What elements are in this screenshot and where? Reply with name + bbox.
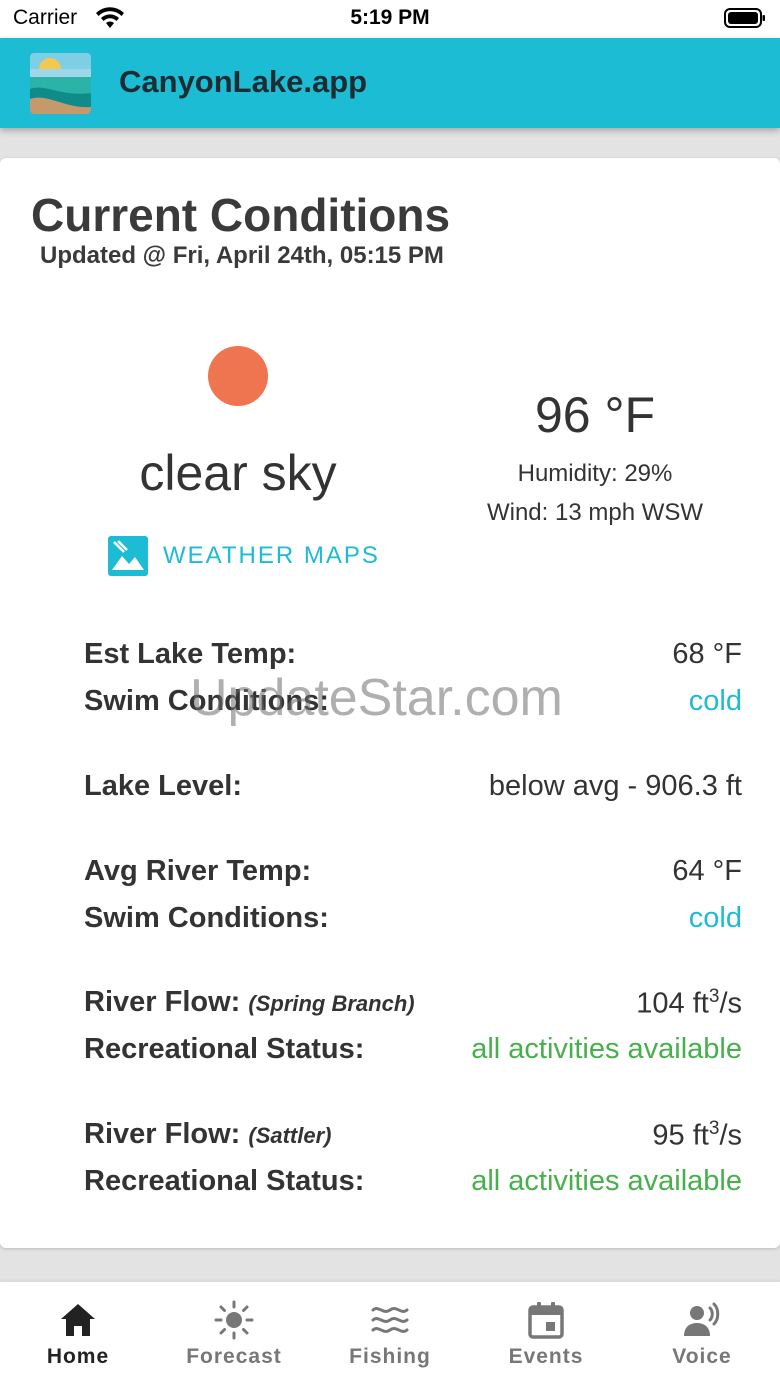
recreational-status-value: all activities available (471, 1033, 742, 1065)
app-logo-icon (30, 53, 91, 114)
river-temp-value: 64 °F (672, 855, 742, 887)
temperature-value: 96 °F (534, 387, 656, 443)
river-flow-unit: /s (719, 1119, 742, 1152)
recreational-status-value: all activities available (471, 1165, 742, 1197)
river-flow-spring-branch-row: River Flow: (Spring Branch) 104 ft3/s (84, 986, 742, 1020)
river-flow-site: (Spring Branch) (248, 991, 415, 1016)
sky-description: clear sky (139, 445, 337, 501)
map-image-icon (108, 536, 148, 576)
lake-temp-label: Est Lake Temp: (84, 638, 297, 670)
river-flow-label: River Flow: (Spring Branch) (84, 986, 415, 1019)
river-flow-label-text: River Flow: (84, 986, 241, 1018)
tab-voice-label: Voice (672, 1345, 732, 1368)
humidity-value: Humidity: 29% (517, 460, 673, 487)
lake-swim-label: Swim Conditions: (84, 685, 329, 717)
tab-events[interactable]: Events (468, 1282, 624, 1387)
lake-swim-row: Swim Conditions: cold (84, 685, 742, 719)
clock-label: 5:19 PM (350, 6, 430, 29)
river-swim-row: Swim Conditions: cold (84, 902, 742, 936)
tab-events-label: Events (508, 1345, 584, 1368)
current-conditions-card: Current Conditions Updated @ Fri, April … (0, 158, 780, 1248)
lake-swim-value: cold (688, 685, 742, 717)
updated-timestamp: Updated @ Fri, April 24th, 05:15 PM (40, 242, 444, 269)
river-flow-value: 95 ft3/s (652, 1118, 742, 1153)
river-flow-number: 95 ft (652, 1119, 709, 1152)
lake-level-value: below avg - 906.3 ft (488, 770, 742, 802)
voice-icon (684, 1302, 720, 1336)
river-flow-label-text: River Flow: (84, 1118, 241, 1150)
weather-maps-label: WEATHER MAPS (163, 542, 380, 569)
waves-icon (371, 1307, 409, 1333)
home-icon (61, 1304, 95, 1336)
status-bar: Carrier 5:19 PM (0, 0, 780, 38)
battery-icon (724, 8, 765, 28)
app-title: CanyonLake.app (119, 64, 368, 99)
tab-fishing-label: Fishing (349, 1345, 431, 1368)
river-flow-exponent: 3 (708, 986, 720, 1007)
wind-value: Wind: 13 mph WSW (486, 499, 704, 526)
tab-fishing[interactable]: Fishing (312, 1282, 468, 1387)
tab-forecast[interactable]: Forecast (156, 1282, 312, 1387)
lake-level-row: Lake Level: below avg - 906.3 ft (84, 770, 742, 804)
bottom-tab-bar: Home Forecast Fishing Events Voice (0, 1282, 780, 1387)
recreational-status-spring-branch-row: Recreational Status: all activities avai… (84, 1033, 742, 1067)
river-flow-exponent: 3 (708, 1118, 720, 1139)
tab-voice[interactable]: Voice (624, 1282, 780, 1387)
recreational-status-label: Recreational Status: (84, 1033, 365, 1065)
lake-temp-row: Est Lake Temp: 68 °F (84, 638, 742, 672)
tab-forecast-label: Forecast (186, 1345, 282, 1368)
river-flow-unit: /s (719, 987, 742, 1020)
sun-icon (214, 1300, 254, 1340)
river-swim-label: Swim Conditions: (84, 902, 329, 934)
river-temp-row: Avg River Temp: 64 °F (84, 855, 742, 889)
lake-temp-value: 68 °F (672, 638, 742, 670)
river-flow-number: 104 ft (636, 987, 709, 1020)
calendar-icon (528, 1302, 564, 1339)
river-temp-label: Avg River Temp: (84, 855, 312, 887)
river-flow-site: (Sattler) (248, 1123, 332, 1148)
tab-home-label: Home (46, 1345, 110, 1368)
lake-level-label: Lake Level: (84, 770, 242, 802)
tab-home[interactable]: Home (0, 1282, 156, 1387)
river-flow-label: River Flow: (Sattler) (84, 1118, 332, 1151)
clear-sky-sun-icon (208, 346, 268, 406)
river-flow-value: 104 ft3/s (636, 986, 742, 1021)
recreational-status-sattler-row: Recreational Status: all activities avai… (84, 1165, 742, 1199)
river-swim-value: cold (688, 902, 742, 934)
app-bar: CanyonLake.app (0, 38, 780, 128)
recreational-status-label: Recreational Status: (84, 1165, 365, 1197)
page-title: Current Conditions (31, 189, 451, 241)
river-flow-sattler-row: River Flow: (Sattler) 95 ft3/s (84, 1118, 742, 1152)
